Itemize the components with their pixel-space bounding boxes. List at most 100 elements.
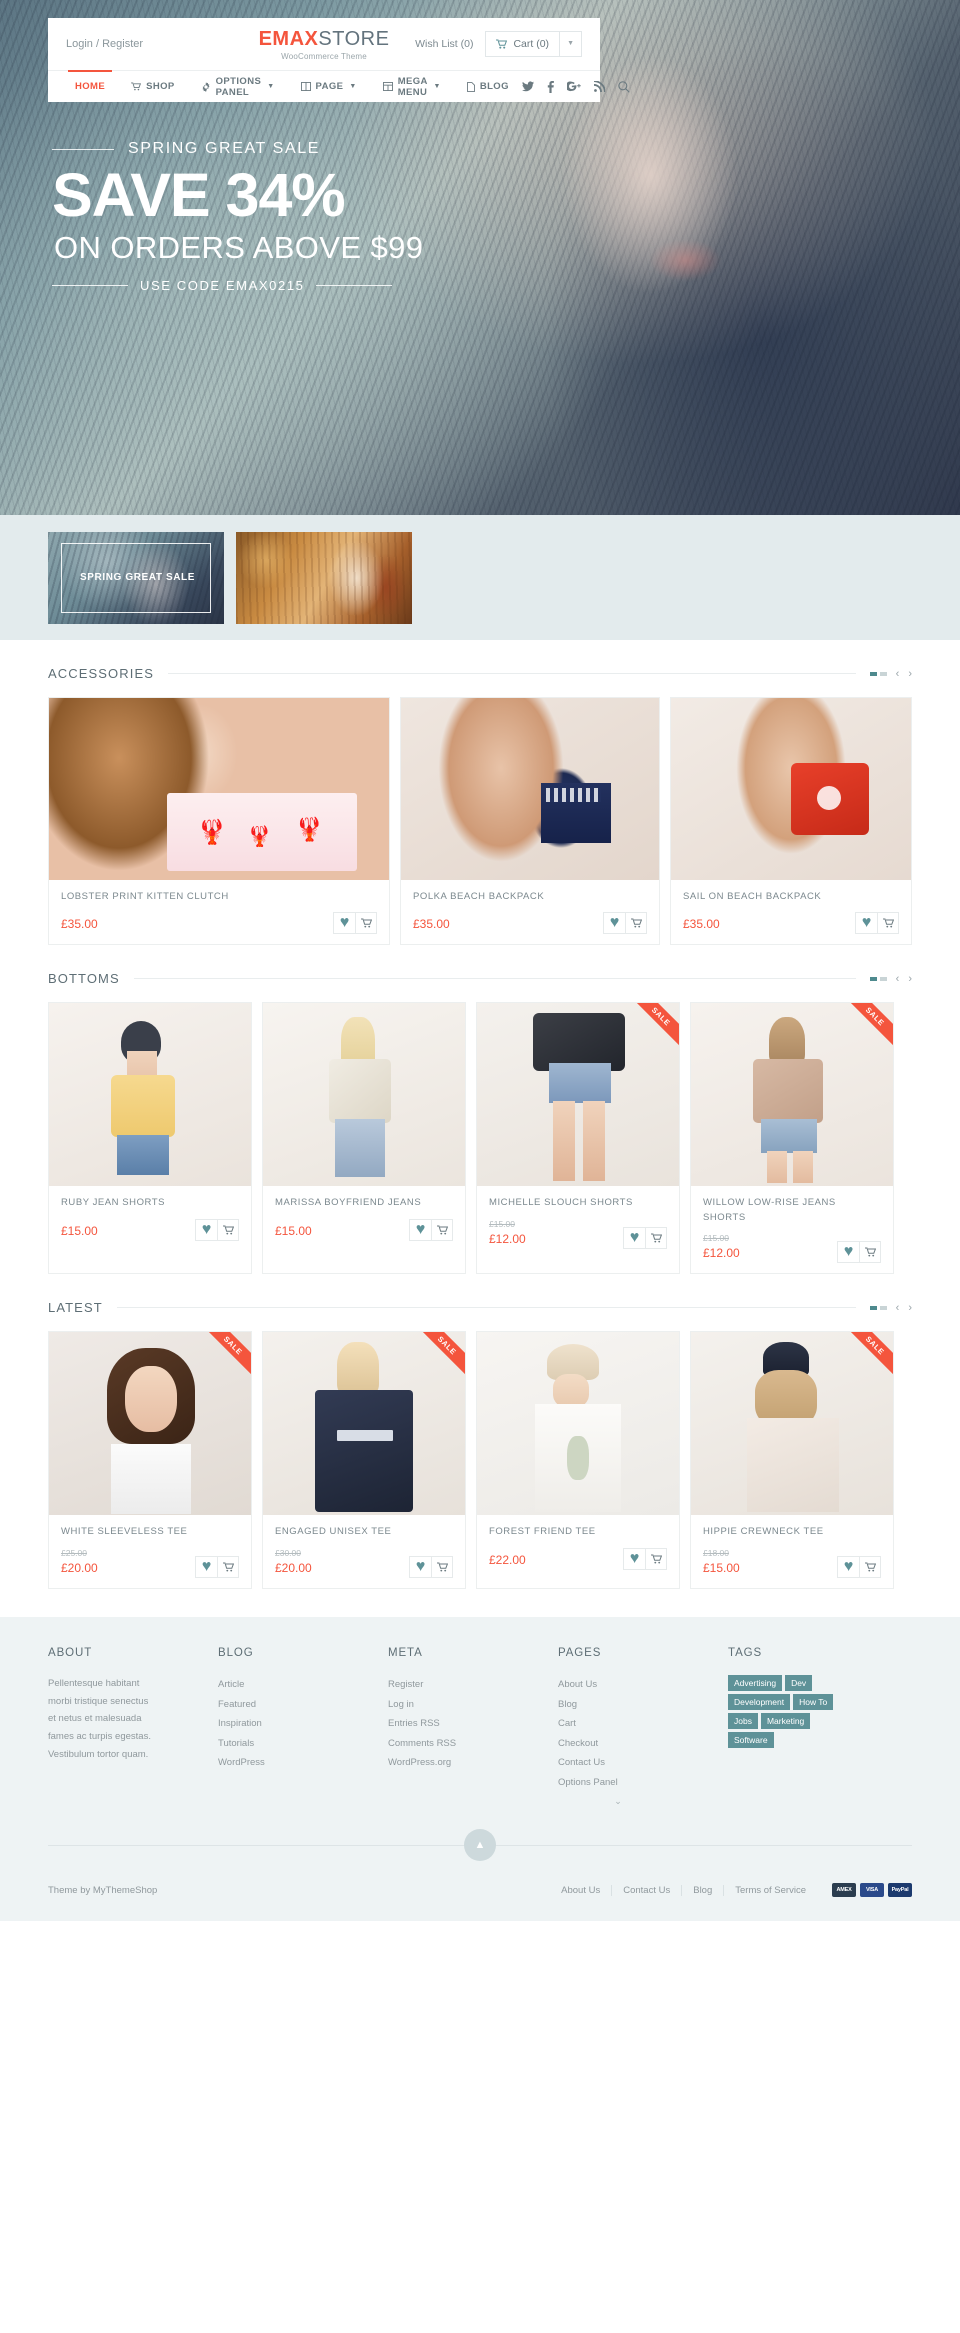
product-card[interactable]: MARISSA BOYFRIEND JEANS £15.00 ♥	[262, 1002, 466, 1275]
tag-item[interactable]: How To	[793, 1694, 834, 1711]
product-card[interactable]: 🦞 🦞 🦞 LOBSTER PRINT KITTEN CLUTCH £35.00…	[48, 697, 390, 946]
add-to-cart-icon[interactable]	[859, 1557, 880, 1578]
product-image[interactable]	[477, 1332, 679, 1516]
carousel-next-icon[interactable]: ›	[908, 1302, 912, 1314]
footer-link[interactable]: Comments RSS	[388, 1734, 542, 1753]
product-image[interactable]	[49, 1332, 251, 1516]
product-card[interactable]: FOREST FRIEND TEE £22.00 ♥	[476, 1331, 680, 1590]
promo-banner-spring[interactable]: SPRING GREAT SALE	[48, 531, 224, 624]
add-to-cart-icon[interactable]	[217, 1219, 238, 1240]
footer-link[interactable]: Checkout	[558, 1734, 712, 1753]
footer-link[interactable]: Inspiration	[218, 1714, 372, 1733]
product-card[interactable]: SALE MICHELLE SLOUCH SHORTS £15.00 £12.0…	[476, 1002, 680, 1275]
wishlist-icon[interactable]: ♥	[838, 1557, 859, 1577]
product-card[interactable]: SAIL ON BEACH BACKPACK £35.00 ♥	[670, 697, 912, 946]
product-image[interactable]	[691, 1332, 893, 1516]
footer-link[interactable]: Contact Us	[558, 1753, 712, 1772]
nav-item-mega-menu[interactable]: MEGA MENU ▼	[370, 71, 454, 103]
search-icon[interactable]	[618, 80, 630, 93]
add-to-cart-icon[interactable]	[431, 1557, 452, 1578]
carousel-next-icon[interactable]: ›	[908, 973, 912, 985]
footer-link[interactable]: Register	[388, 1675, 542, 1694]
footer-link[interactable]: Cart	[558, 1714, 712, 1733]
footer-bottom-link[interactable]: Contact Us	[612, 1884, 683, 1896]
twitter-icon[interactable]	[521, 81, 534, 92]
footer-link[interactable]: WordPress.org	[388, 1753, 542, 1772]
tag-item[interactable]: Advertising	[728, 1675, 783, 1692]
add-to-cart-icon[interactable]	[645, 1548, 666, 1569]
add-to-cart-icon[interactable]	[431, 1219, 452, 1240]
nav-item-page[interactable]: PAGE ▼	[288, 71, 370, 103]
add-to-cart-icon[interactable]	[877, 913, 898, 934]
facebook-icon[interactable]	[547, 80, 554, 93]
add-to-cart-icon[interactable]	[645, 1228, 666, 1249]
cart-button[interactable]: Cart (0)	[486, 38, 559, 50]
wishlist-icon[interactable]: ♥	[856, 913, 877, 933]
carousel-dots[interactable]	[869, 671, 887, 676]
google-plus-icon[interactable]	[566, 81, 581, 92]
footer-link[interactable]: WordPress	[218, 1753, 372, 1772]
product-image[interactable]	[691, 1003, 893, 1187]
carousel-prev-icon[interactable]: ‹	[896, 973, 900, 985]
footer-link[interactable]: Featured	[218, 1695, 372, 1714]
nav-item-blog[interactable]: BLOG	[454, 71, 522, 103]
wishlist-icon[interactable]: ♥	[410, 1220, 431, 1240]
product-card[interactable]: RUBY JEAN SHORTS £15.00 ♥	[48, 1002, 252, 1275]
back-to-top-button[interactable]: ▲	[464, 1829, 496, 1862]
carousel-prev-icon[interactable]: ‹	[896, 668, 900, 680]
wishlist-icon[interactable]: ♥	[624, 1549, 645, 1569]
add-to-cart-icon[interactable]	[217, 1557, 238, 1578]
footer-link[interactable]: Options Panel	[558, 1773, 712, 1792]
add-to-cart-icon[interactable]	[355, 913, 376, 934]
product-card[interactable]: SALE WILLOW LOW-RISE JEANS SHORTS £15.00…	[690, 1002, 894, 1275]
product-image[interactable]	[401, 698, 659, 880]
tag-item[interactable]: Dev	[785, 1675, 813, 1692]
rss-icon[interactable]	[593, 81, 605, 92]
wishlist-icon[interactable]: ♥	[334, 913, 355, 933]
footer-link[interactable]: Entries RSS	[388, 1714, 542, 1733]
carousel-prev-icon[interactable]: ‹	[896, 1302, 900, 1314]
product-image[interactable]	[263, 1332, 465, 1516]
tag-item[interactable]: Software	[728, 1732, 774, 1749]
footer-bottom-link[interactable]: Blog	[682, 1884, 725, 1896]
footer-bottom-link[interactable]: Terms of Service	[724, 1885, 806, 1896]
login-register-link[interactable]: Login / Register	[66, 38, 143, 50]
footer-link[interactable]: Blog	[558, 1695, 712, 1714]
footer-link[interactable]: Log in	[388, 1695, 542, 1714]
footer-link[interactable]: Tutorials	[218, 1734, 372, 1753]
product-image[interactable]	[477, 1003, 679, 1187]
footer-link[interactable]: Article	[218, 1675, 372, 1694]
tag-item[interactable]: Marketing	[760, 1713, 811, 1730]
nav-item-shop[interactable]: SHOP	[118, 71, 188, 103]
wishlist-icon[interactable]: ♥	[624, 1228, 645, 1248]
wishlist-icon[interactable]: ♥	[838, 1242, 859, 1262]
nav-item-home[interactable]: HOME	[62, 69, 118, 103]
product-image[interactable]	[671, 698, 911, 880]
footer-bottom-link[interactable]: About Us	[550, 1884, 613, 1896]
add-to-cart-icon[interactable]	[859, 1242, 880, 1263]
product-image[interactable]	[263, 1003, 465, 1187]
wishlist-icon[interactable]: ♥	[604, 913, 625, 933]
wishlist-icon[interactable]: ♥	[410, 1557, 431, 1577]
product-card[interactable]: SALE HIPPIE CREWNECK TEE £18.00 £15.00 ♥	[690, 1331, 894, 1590]
tag-item[interactable]: Development	[728, 1694, 791, 1711]
product-image[interactable]	[49, 1003, 251, 1187]
product-card[interactable]: SALE ENGAGED UNISEX TEE £30.00 £20.00 ♥	[262, 1331, 466, 1590]
wishlist-link[interactable]: Wish List (0)	[415, 38, 473, 50]
carousel-dots[interactable]	[869, 1305, 887, 1310]
product-image[interactable]: 🦞 🦞 🦞	[49, 698, 389, 880]
product-card[interactable]: SALE WHITE SLEEVELESS TEE £25.00 £20.00	[48, 1331, 252, 1590]
tag-item[interactable]: Jobs	[728, 1713, 758, 1730]
cart-dropdown-toggle[interactable]: ▼	[559, 32, 581, 56]
add-to-cart-icon[interactable]	[625, 913, 646, 934]
footer-link[interactable]: About Us	[558, 1675, 712, 1694]
chevron-down-icon[interactable]: ⌄	[558, 1796, 678, 1807]
wishlist-icon[interactable]: ♥	[196, 1220, 217, 1240]
product-card[interactable]: POLKA BEACH BACKPACK £35.00 ♥	[400, 697, 660, 946]
cart-widget[interactable]: Cart (0) ▼	[485, 31, 582, 57]
carousel-next-icon[interactable]: ›	[908, 668, 912, 680]
carousel-dots[interactable]	[869, 976, 887, 981]
promo-banner-autumn[interactable]	[236, 531, 412, 624]
wishlist-icon[interactable]: ♥	[196, 1557, 217, 1577]
nav-item-options-panel[interactable]: OPTIONS PANEL ▼	[188, 71, 288, 103]
